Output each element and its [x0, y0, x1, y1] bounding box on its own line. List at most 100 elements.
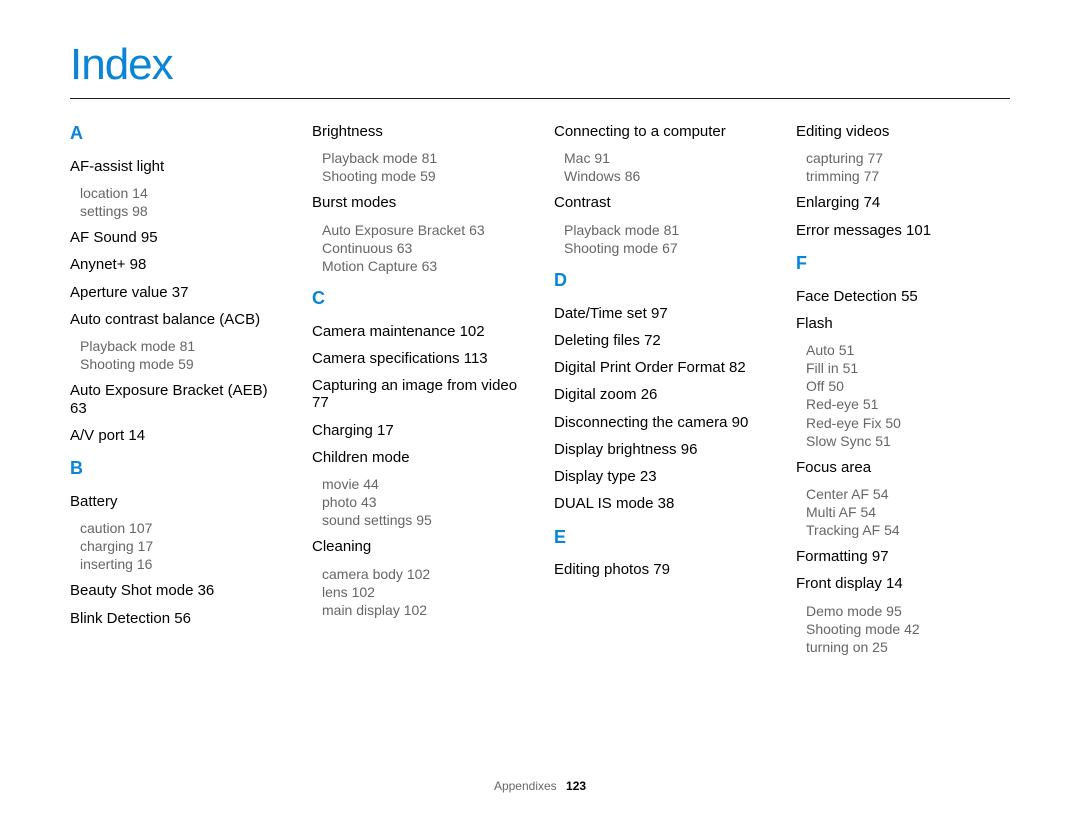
sublist-flash: Auto 51 Fill in 51 Off 50 Red-eye 51 Red…: [806, 342, 1010, 449]
footer-page-number: 123: [566, 779, 586, 793]
sublist-cleaning: camera body 102 lens 102 main display 10…: [322, 566, 526, 618]
sub-item: Shooting mode 59: [322, 168, 526, 184]
entry-contrast: Contrast: [554, 194, 768, 211]
letter-c: C: [312, 288, 526, 309]
sub-item: Off 50: [806, 378, 1010, 394]
sub-item: Multi AF 54: [806, 504, 1010, 520]
page-footer: Appendixes 123: [0, 779, 1080, 793]
entry-cam-spec: Camera specifications 113: [312, 350, 526, 367]
entry-cam-maint: Camera maintenance 102: [312, 323, 526, 340]
letter-e: E: [554, 527, 768, 548]
letter-f: F: [796, 253, 1010, 274]
sublist-contrast: Playback mode 81 Shooting mode 67: [564, 222, 768, 256]
sublist-front-display: Demo mode 95 Shooting mode 42 turning on…: [806, 603, 1010, 655]
entry-dpof: Digital Print Order Format 82: [554, 359, 768, 376]
sub-item: settings 98: [80, 203, 284, 219]
sub-item: Windows 86: [564, 168, 768, 184]
letter-d: D: [554, 270, 768, 291]
entry-connecting: Connecting to a computer: [554, 123, 768, 140]
sublist-focus-area: Center AF 54 Multi AF 54 Tracking AF 54: [806, 486, 1010, 538]
sublist-af-assist-light: location 14 settings 98: [80, 185, 284, 219]
sub-item: turning on 25: [806, 639, 1010, 655]
index-page: Index A AF-assist light location 14 sett…: [0, 0, 1080, 815]
entry-anynet: Anynet+ 98: [70, 256, 284, 273]
entry-af-assist-light: AF-assist light: [70, 158, 284, 175]
sub-item: capturing 77: [806, 150, 1010, 166]
sublist-acb: Playback mode 81 Shooting mode 59: [80, 338, 284, 372]
entry-children: Children mode: [312, 449, 526, 466]
sub-item: Shooting mode 67: [564, 240, 768, 256]
entry-face-det: Face Detection 55: [796, 288, 1010, 305]
entry-blink: Blink Detection 56: [70, 610, 284, 627]
sub-item: Red-eye Fix 50: [806, 415, 1010, 431]
sub-item: Continuous 63: [322, 240, 526, 256]
entry-aeb: Auto Exposure Bracket (AEB) 63: [70, 382, 284, 417]
sub-item: trimming 77: [806, 168, 1010, 184]
sub-item: Playback mode 81: [80, 338, 284, 354]
entry-deleting: Deleting files 72: [554, 332, 768, 349]
sub-item: Shooting mode 42: [806, 621, 1010, 637]
sub-item: location 14: [80, 185, 284, 201]
entry-datetime: Date/Time set 97: [554, 305, 768, 322]
sub-item: Tracking AF 54: [806, 522, 1010, 538]
entry-edit-videos: Editing videos: [796, 123, 1010, 140]
page-title: Index: [70, 40, 1010, 99]
entry-acb: Auto contrast balance (ACB): [70, 311, 284, 328]
entry-burst: Burst modes: [312, 194, 526, 211]
column-2: Brightness Playback mode 81 Shooting mod…: [312, 123, 526, 665]
sub-item: camera body 102: [322, 566, 526, 582]
entry-capture-video: Capturing an image from video 77: [312, 377, 526, 412]
entry-aperture: Aperture value 37: [70, 284, 284, 301]
sub-item: Playback mode 81: [564, 222, 768, 238]
sub-item: Motion Capture 63: [322, 258, 526, 274]
sub-item: main display 102: [322, 602, 526, 618]
entry-enlarging: Enlarging 74: [796, 194, 1010, 211]
entry-charging: Charging 17: [312, 422, 526, 439]
letter-a: A: [70, 123, 284, 144]
sub-item: charging 17: [80, 538, 284, 554]
sublist-connecting: Mac 91 Windows 86: [564, 150, 768, 184]
sub-item: Demo mode 95: [806, 603, 1010, 619]
sublist-battery: caution 107 charging 17 inserting 16: [80, 520, 284, 572]
sub-item: Slow Sync 51: [806, 433, 1010, 449]
sub-item: Red-eye 51: [806, 396, 1010, 412]
entry-error: Error messages 101: [796, 222, 1010, 239]
entry-brightness: Brightness: [312, 123, 526, 140]
sub-item: Shooting mode 59: [80, 356, 284, 372]
sub-item: Auto 51: [806, 342, 1010, 358]
sub-item: lens 102: [322, 584, 526, 600]
entry-disconnect: Disconnecting the camera 90: [554, 414, 768, 431]
column-3: Connecting to a computer Mac 91 Windows …: [554, 123, 768, 665]
sublist-brightness: Playback mode 81 Shooting mode 59: [322, 150, 526, 184]
entry-af-sound: AF Sound 95: [70, 229, 284, 246]
sub-item: inserting 16: [80, 556, 284, 572]
entry-flash: Flash: [796, 315, 1010, 332]
entry-battery: Battery: [70, 493, 284, 510]
sublist-children: movie 44 photo 43 sound settings 95: [322, 476, 526, 528]
letter-b: B: [70, 458, 284, 479]
sub-item: Playback mode 81: [322, 150, 526, 166]
index-columns: A AF-assist light location 14 settings 9…: [70, 123, 1010, 665]
entry-front-display: Front display 14: [796, 575, 1010, 592]
column-1: A AF-assist light location 14 settings 9…: [70, 123, 284, 665]
sub-item: photo 43: [322, 494, 526, 510]
sub-item: Mac 91: [564, 150, 768, 166]
entry-cleaning: Cleaning: [312, 538, 526, 555]
footer-section: Appendixes: [494, 779, 557, 793]
sub-item: movie 44: [322, 476, 526, 492]
entry-edit-photos: Editing photos 79: [554, 561, 768, 578]
entry-av-port: A/V port 14: [70, 427, 284, 444]
sub-item: caution 107: [80, 520, 284, 536]
entry-focus-area: Focus area: [796, 459, 1010, 476]
sublist-burst: Auto Exposure Bracket 63 Continuous 63 M…: [322, 222, 526, 274]
sub-item: Auto Exposure Bracket 63: [322, 222, 526, 238]
sub-item: Fill in 51: [806, 360, 1010, 376]
entry-dzoom: Digital zoom 26: [554, 386, 768, 403]
entry-disp-type: Display type 23: [554, 468, 768, 485]
entry-dual-is: DUAL IS mode 38: [554, 495, 768, 512]
entry-formatting: Formatting 97: [796, 548, 1010, 565]
sub-item: sound settings 95: [322, 512, 526, 528]
entry-beauty: Beauty Shot mode 36: [70, 582, 284, 599]
entry-disp-bright: Display brightness 96: [554, 441, 768, 458]
sublist-edit-videos: capturing 77 trimming 77: [806, 150, 1010, 184]
